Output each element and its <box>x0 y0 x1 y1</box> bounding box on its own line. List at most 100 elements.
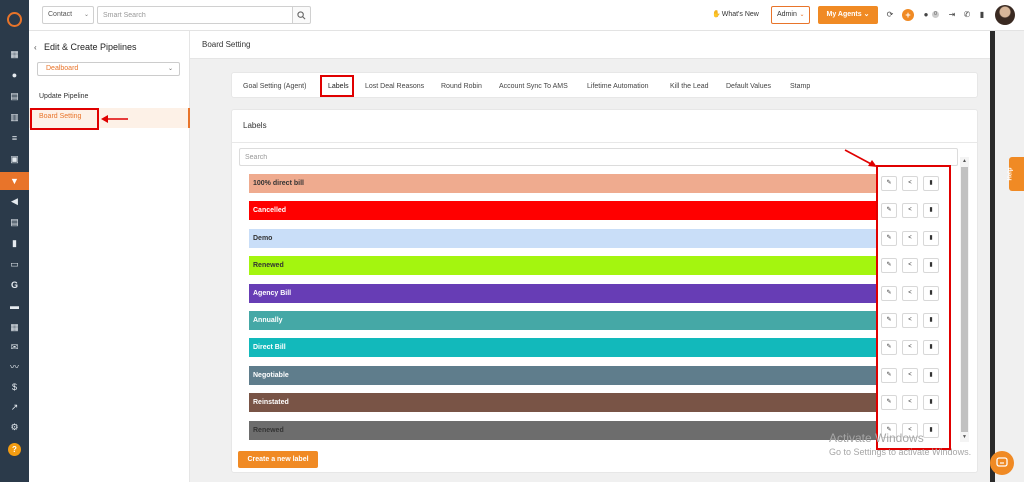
label-color-bar[interactable]: Demo <box>249 228 878 248</box>
my-agents-label: My Agents <box>826 11 862 18</box>
sidebar-title: Edit & Create Pipelines <box>44 42 137 52</box>
lightbulb-icon: ✋ <box>712 11 721 18</box>
annotation-arrow-icon <box>101 115 128 123</box>
inbox-icon[interactable]: ▬ <box>9 301 20 312</box>
label-row: Negotiable ✎ < ▮ <box>249 365 952 385</box>
analytics-icon[interactable]: 〰 <box>9 362 20 373</box>
tab-account-sync[interactable]: Account Sync To AMS <box>499 83 568 90</box>
pipeline-select-value: Dealboard <box>46 65 79 72</box>
label-row: Agency Bill ✎ < ▮ <box>249 283 952 303</box>
trash-icon[interactable]: ▮ <box>976 9 988 21</box>
whats-new-link[interactable]: ✋What's New <box>712 10 759 18</box>
tab-stamp[interactable]: Stamp <box>790 83 810 90</box>
chevron-down-icon: ⌄ <box>167 66 173 72</box>
google-icon[interactable]: G <box>9 280 20 291</box>
role-select-value: Admin <box>777 11 797 18</box>
chevron-down-icon: ⌄ <box>797 12 805 18</box>
label-color-bar[interactable]: Direct Bill <box>249 338 878 358</box>
label-color-bar[interactable]: Cancelled <box>249 201 878 221</box>
sync-icon[interactable]: ⟳ <box>884 9 896 21</box>
add-plus-icon[interactable]: + <box>902 9 914 21</box>
top-bar: Contact ⌄ ✋What's New Admin ⌄ My Agents … <box>29 0 1024 31</box>
id-card-icon[interactable]: ▣ <box>9 154 20 165</box>
bank-icon[interactable]: ▥ <box>9 112 20 123</box>
label-row: Reinstated ✎ < ▮ <box>249 393 952 413</box>
annotation-box-row-actions <box>876 165 951 450</box>
label-color-bar[interactable]: Renewed <box>249 256 878 276</box>
watermark-line-2: Go to Settings to activate Windows. <box>829 447 972 457</box>
label-list-scrollbar[interactable]: ▲ ▼ <box>960 157 969 442</box>
left-icon-rail: ▦ ● ▤ ▥ ≡ ▣ ▼ ◀ ▤ ▮ ▭ G ▬ ▦ ✉ 〰 $ ↗ ⚙ ? <box>0 0 29 482</box>
label-row: Annually ✎ < ▮ <box>249 311 952 330</box>
chat-bubble-icon <box>996 457 1008 467</box>
user-icon[interactable]: ● <box>920 9 932 21</box>
notification-count-badge: 0 <box>932 11 939 18</box>
label-color-bar[interactable]: Negotiable <box>249 365 878 385</box>
megaphone-icon[interactable]: ◀ <box>9 196 20 207</box>
context-select-value: Contact <box>48 11 73 18</box>
label-row: Cancelled ✎ < ▮ <box>249 201 952 221</box>
tab-goal-setting[interactable]: Goal Setting (Agent) <box>243 83 306 90</box>
tab-round-robin[interactable]: Round Robin <box>441 83 482 90</box>
dollar-icon[interactable]: $ <box>9 382 20 393</box>
logout-icon[interactable]: ⇥ <box>946 9 958 21</box>
contacts-icon[interactable]: ● <box>9 70 20 81</box>
phone-icon[interactable]: ✆ <box>961 9 973 21</box>
help-tab[interactable]: Help <box>1007 157 1024 191</box>
page-title: Board Setting <box>202 40 251 49</box>
help-question-icon[interactable]: ? <box>8 443 21 456</box>
documents-icon[interactable]: ▤ <box>9 91 20 102</box>
annotation-box-board-setting <box>30 108 99 130</box>
scroll-up-icon[interactable]: ▲ <box>961 158 968 165</box>
watermark-line-1: Activate Windows <box>829 431 924 445</box>
annotation-box-labels-tab <box>320 75 354 97</box>
divider <box>232 142 977 143</box>
my-agents-button[interactable]: My Agents ⌄ <box>818 6 878 24</box>
label-color-bar[interactable]: Reinstated <box>249 393 878 413</box>
label-list: 100% direct bill ✎ < ▮ Cancelled ✎ < ▮ Demo ✎ < ▮ Re… <box>249 174 952 444</box>
help-tab-label: Help <box>1007 167 1014 181</box>
calendar-icon[interactable]: ▦ <box>9 322 20 333</box>
user-avatar[interactable] <box>995 5 1015 25</box>
label-color-bar[interactable]: Annually <box>249 311 878 330</box>
back-chevron-icon[interactable]: ‹ <box>34 43 37 52</box>
pipeline-sidebar: ‹ Edit & Create Pipelines Dealboard ⌄ Up… <box>29 31 190 482</box>
scrollbar-thumb[interactable] <box>961 167 968 432</box>
tab-lost-deal-reasons[interactable]: Lost Deal Reasons <box>365 83 424 90</box>
notes-icon[interactable]: ▤ <box>9 217 20 228</box>
reports-icon[interactable]: ▮ <box>9 238 20 249</box>
tab-kill-the-lead[interactable]: Kill the Lead <box>670 83 709 90</box>
settings-gear-icon[interactable]: ⚙ <box>9 422 20 433</box>
tab-lifetime-automation[interactable]: Lifetime Automation <box>587 83 648 90</box>
dashboard-icon[interactable]: ▦ <box>9 49 20 60</box>
page-header: Board Setting <box>190 31 990 59</box>
label-row: 100% direct bill ✎ < ▮ <box>249 174 952 193</box>
search-icon <box>297 11 306 20</box>
chat-button[interactable] <box>990 451 1014 475</box>
list-icon[interactable]: ≡ <box>9 133 20 144</box>
label-row: Direct Bill ✎ < ▮ <box>249 338 952 358</box>
search-button[interactable] <box>293 6 311 24</box>
label-row: Renewed ✎ < ▮ <box>249 256 952 276</box>
pipeline-filter-icon[interactable]: ▼ <box>0 172 29 190</box>
app-logo-icon[interactable] <box>7 12 22 27</box>
label-color-bar[interactable]: Renewed <box>249 420 878 440</box>
chevron-down-icon: ⌄ <box>83 12 89 18</box>
whats-new-label: What's New <box>721 11 759 18</box>
labels-panel-title: Labels <box>243 121 267 130</box>
label-color-bar[interactable]: Agency Bill <box>249 283 878 303</box>
create-label-button[interactable]: Create a new label <box>238 451 318 468</box>
folder-icon[interactable]: ▭ <box>9 259 20 270</box>
sidebar-item-update-pipeline[interactable]: Update Pipeline <box>39 93 88 100</box>
page-scrollbar-edge <box>990 31 995 482</box>
smart-search-input[interactable] <box>97 6 293 24</box>
tab-default-values[interactable]: Default Values <box>726 83 771 90</box>
label-color-bar[interactable]: 100% direct bill <box>249 174 878 193</box>
chart-icon[interactable]: ↗ <box>9 402 20 413</box>
role-select[interactable]: Admin ⌄ <box>771 6 810 24</box>
pipeline-select[interactable]: Dealboard ⌄ <box>37 62 180 76</box>
label-row: Demo ✎ < ▮ <box>249 228 952 248</box>
context-select[interactable]: Contact ⌄ <box>42 6 94 24</box>
windows-activation-watermark: Activate Windows Go to Settings to activ… <box>829 431 971 457</box>
mail-icon[interactable]: ✉ <box>9 342 20 353</box>
